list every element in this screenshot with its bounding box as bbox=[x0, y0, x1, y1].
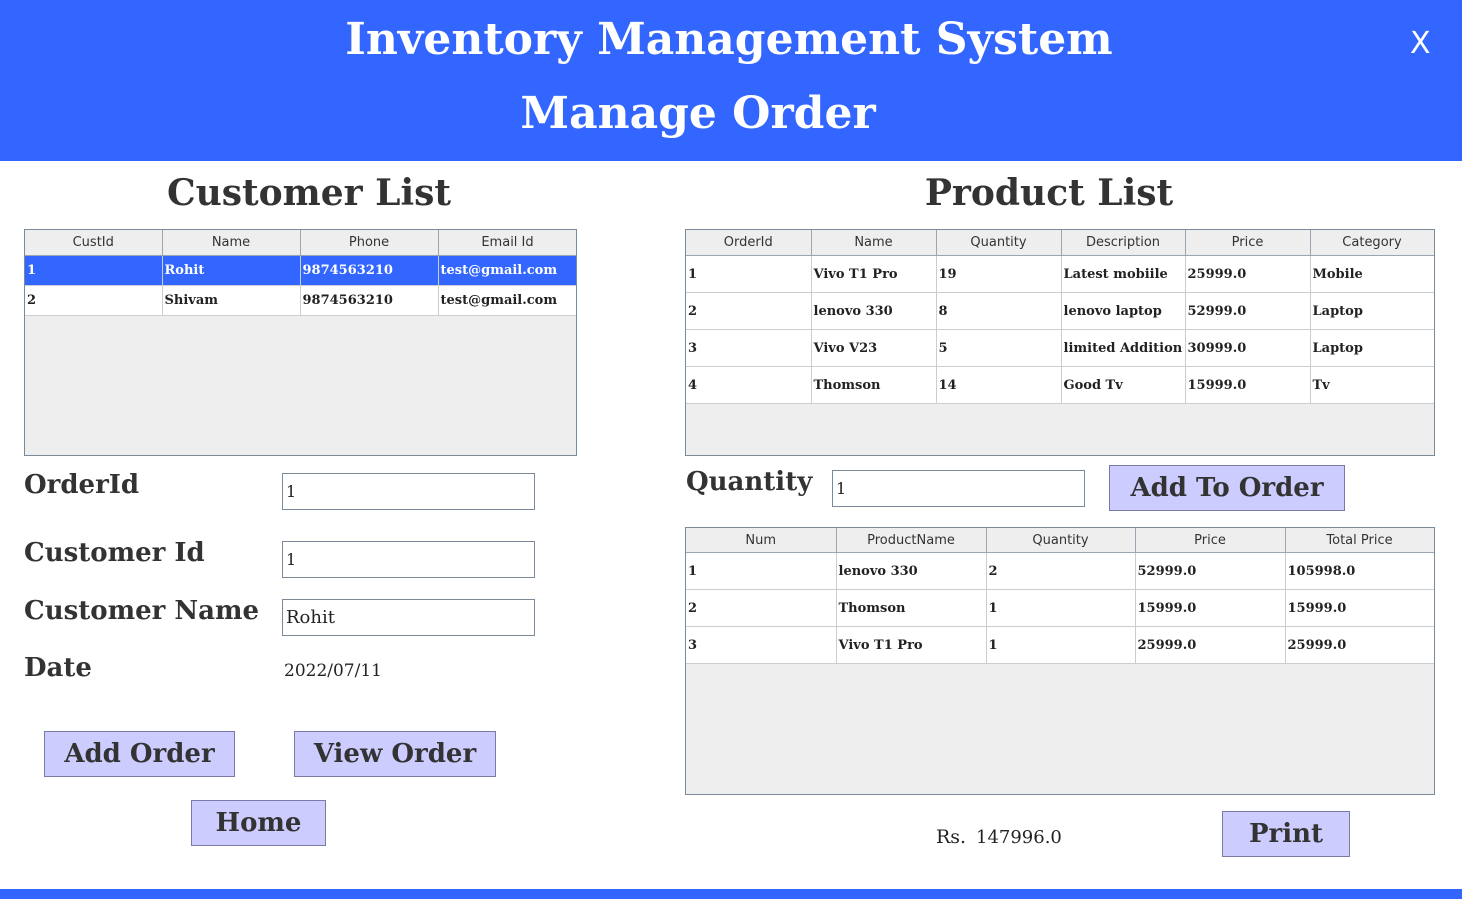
column-header[interactable]: ProductName bbox=[836, 528, 987, 553]
order-id-label: OrderId bbox=[24, 470, 140, 500]
customer-table[interactable]: CustId Name Phone Email Id 1 Rohit 9874563210… bbox=[24, 229, 577, 456]
table-cell: 1 bbox=[686, 255, 812, 293]
table-cell: lenovo 330 bbox=[836, 552, 987, 590]
table-cell: Laptop bbox=[1310, 329, 1434, 367]
customer-id-label: Customer Id bbox=[24, 538, 205, 568]
product-list-title: Product List bbox=[924, 172, 1174, 214]
table-row[interactable]: 1 Rohit 9874563210 test@gmail.com bbox=[25, 255, 576, 286]
table-cell: Latest mobiile bbox=[1061, 255, 1186, 293]
table-row[interactable]: 3 Vivo V23 5 limited Addition 30999.0 Laptop bbox=[686, 329, 1434, 367]
view-order-button[interactable]: View Order bbox=[294, 731, 496, 777]
table-cell: 8 bbox=[936, 292, 1062, 330]
date-value: 2022/07/11 bbox=[284, 661, 382, 681]
customer-list-title: Customer List bbox=[166, 172, 452, 214]
customer-name-label: Customer Name bbox=[24, 596, 260, 626]
table-cell: 2 bbox=[686, 292, 812, 330]
table-cell: 9874563210 bbox=[300, 255, 439, 286]
table-row[interactable]: 3 Vivo T1 Pro 1 25999.0 25999.0 bbox=[686, 626, 1434, 664]
column-header[interactable]: Phone bbox=[300, 230, 439, 256]
total-amount: 147996.0 bbox=[976, 827, 1062, 848]
table-row[interactable]: 1 Vivo T1 Pro 19 Latest mobiile 25999.0 Mobil… bbox=[686, 255, 1434, 293]
column-header[interactable]: Price bbox=[1135, 528, 1286, 553]
table-row[interactable]: 2 Thomson 1 15999.0 15999.0 bbox=[686, 589, 1434, 627]
table-cell: limited Addition bbox=[1061, 329, 1186, 367]
table-cell: 4 bbox=[686, 366, 812, 404]
table-cell: Vivo T1 Pro bbox=[811, 255, 937, 293]
print-button[interactable]: Print bbox=[1222, 811, 1350, 857]
table-cell: 105998.0 bbox=[1285, 552, 1434, 590]
table-cell: 2 bbox=[25, 285, 163, 316]
table-cell: 15999.0 bbox=[1285, 589, 1434, 627]
quantity-field[interactable]: 1 bbox=[832, 470, 1085, 507]
table-cell: Tv bbox=[1310, 366, 1434, 404]
table-cell: 3 bbox=[686, 329, 812, 367]
table-row[interactable]: 1 lenovo 330 2 52999.0 105998.0 bbox=[686, 552, 1434, 590]
table-cell: 3 bbox=[686, 626, 837, 664]
column-header[interactable]: Quantity bbox=[986, 528, 1136, 553]
close-button[interactable]: X bbox=[1410, 26, 1431, 61]
table-cell: 1 bbox=[986, 589, 1136, 627]
footer-bar bbox=[0, 889, 1462, 899]
table-cell: Rohit bbox=[162, 255, 301, 286]
column-header[interactable]: Name bbox=[162, 230, 301, 256]
table-cell: Shivam bbox=[162, 285, 301, 316]
column-header[interactable]: Quantity bbox=[936, 230, 1062, 256]
page-title: Manage Order bbox=[520, 88, 876, 139]
table-cell: test@gmail.com bbox=[438, 285, 576, 316]
table-row[interactable]: 2 Shivam 9874563210 test@gmail.com bbox=[25, 285, 576, 316]
table-cell: test@gmail.com bbox=[438, 255, 576, 286]
add-order-button[interactable]: Add Order bbox=[44, 731, 235, 777]
customer-id-field[interactable]: 1 bbox=[282, 541, 535, 578]
table-cell: Good Tv bbox=[1061, 366, 1186, 404]
column-header[interactable]: Total Price bbox=[1285, 528, 1434, 553]
table-cell: 25999.0 bbox=[1185, 255, 1311, 293]
date-label: Date bbox=[24, 653, 92, 683]
table-cell: 19 bbox=[936, 255, 1062, 293]
table-cell: 2 bbox=[686, 589, 837, 627]
table-cell: 25999.0 bbox=[1135, 626, 1286, 664]
column-header[interactable]: Email Id bbox=[438, 230, 576, 256]
table-cell: 52999.0 bbox=[1185, 292, 1311, 330]
table-cell: Mobile bbox=[1310, 255, 1434, 293]
table-row[interactable]: 4 Thomson 14 Good Tv 15999.0 Tv bbox=[686, 366, 1434, 404]
column-header[interactable]: OrderId bbox=[686, 230, 812, 256]
table-cell: 5 bbox=[936, 329, 1062, 367]
customer-name-field[interactable]: Rohit bbox=[282, 599, 535, 636]
table-cell: 15999.0 bbox=[1135, 589, 1286, 627]
table-cell: Thomson bbox=[811, 366, 937, 404]
table-cell: lenovo 330 bbox=[811, 292, 937, 330]
table-cell: Thomson bbox=[836, 589, 987, 627]
column-header[interactable]: Price bbox=[1185, 230, 1311, 256]
table-cell: 1 bbox=[25, 255, 163, 286]
product-table[interactable]: OrderId Name Quantity Description Price Categ… bbox=[685, 229, 1435, 456]
table-cell: 52999.0 bbox=[1135, 552, 1286, 590]
table-cell: 2 bbox=[986, 552, 1136, 590]
add-to-order-button[interactable]: Add To Order bbox=[1109, 465, 1345, 511]
app-title: Inventory Management System bbox=[345, 14, 1113, 65]
column-header[interactable]: Description bbox=[1061, 230, 1186, 256]
table-row[interactable]: 2 lenovo 330 8 lenovo laptop 52999.0 Laptop bbox=[686, 292, 1434, 330]
table-cell: 30999.0 bbox=[1185, 329, 1311, 367]
table-cell: lenovo laptop bbox=[1061, 292, 1186, 330]
column-header[interactable]: Num bbox=[686, 528, 837, 553]
table-cell: 1 bbox=[986, 626, 1136, 664]
table-cell: 14 bbox=[936, 366, 1062, 404]
order-table[interactable]: Num ProductName Quantity Price Total Price 1… bbox=[685, 527, 1435, 795]
column-header[interactable]: Category bbox=[1310, 230, 1434, 256]
column-header[interactable]: CustId bbox=[25, 230, 163, 256]
column-header[interactable]: Name bbox=[811, 230, 937, 256]
table-cell: Vivo T1 Pro bbox=[836, 626, 987, 664]
table-cell: 25999.0 bbox=[1285, 626, 1434, 664]
quantity-label: Quantity bbox=[686, 467, 813, 497]
total-currency: Rs. bbox=[936, 826, 967, 848]
table-cell: Vivo V23 bbox=[811, 329, 937, 367]
table-cell: Laptop bbox=[1310, 292, 1434, 330]
table-cell: 9874563210 bbox=[300, 285, 439, 316]
table-cell: 15999.0 bbox=[1185, 366, 1311, 404]
home-button[interactable]: Home bbox=[191, 800, 326, 846]
order-id-field[interactable]: 1 bbox=[282, 473, 535, 510]
table-cell: 1 bbox=[686, 552, 837, 590]
